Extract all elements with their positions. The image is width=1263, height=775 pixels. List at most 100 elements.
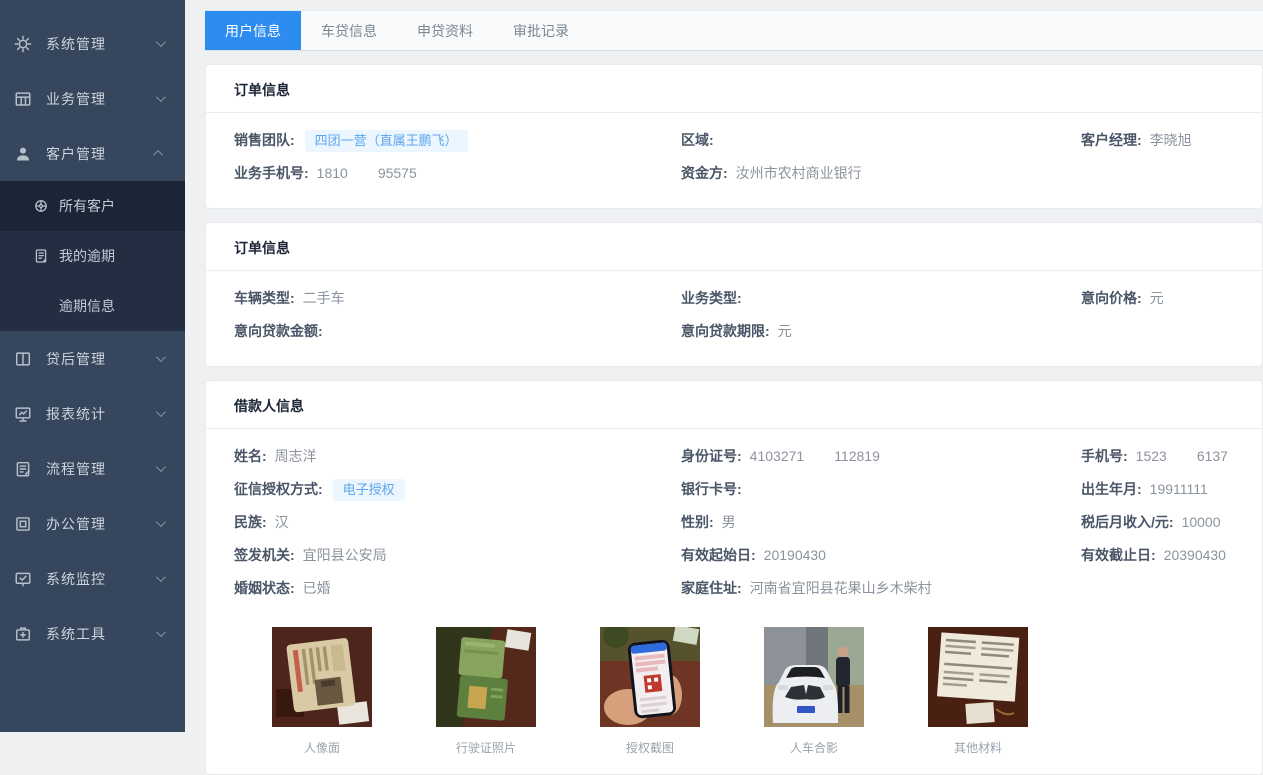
- sidebar-item-label: 业务管理: [46, 89, 156, 109]
- field-value: 二手车: [303, 290, 345, 306]
- sidebar-item-system-tools[interactable]: 系统工具: [0, 606, 185, 661]
- field-value: 男: [722, 514, 736, 530]
- user-icon: [14, 145, 32, 163]
- field: 签发机关:宜阳县公安局: [234, 539, 681, 572]
- monitor-check-icon: [14, 570, 32, 588]
- field: 业务手机号: 181095575: [234, 157, 681, 190]
- field-label: 客户经理:: [1081, 132, 1142, 148]
- field-value-masked: 4103271112819: [750, 448, 880, 464]
- field: 民族:汉: [234, 506, 681, 539]
- photo-phone-auth[interactable]: 授权截图: [600, 627, 700, 756]
- monitor-icon: [14, 405, 32, 423]
- sidebar-item-label: 系统管理: [46, 34, 156, 54]
- field-label: 手机号:: [1081, 448, 1128, 464]
- cards-area: 订单信息销售团队:四团一营（直属王鹏飞）区域:客户经理:李晓旭业务手机号:181…: [205, 64, 1263, 775]
- field: 税后月收入/元:10000: [1081, 506, 1262, 539]
- field-label: 业务手机号:: [234, 165, 309, 181]
- tab-label: 用户信息: [225, 21, 281, 41]
- field-value-masked: 15236137: [1136, 448, 1228, 464]
- field-row: 征信授权方式:电子授权银行卡号:出生年月: 19911111: [206, 473, 1262, 506]
- sidebar-item-label: 办公管理: [46, 514, 156, 534]
- field-row: 销售团队:四团一营（直属王鹏飞）区域:客户经理:李晓旭: [206, 124, 1262, 157]
- field-label: 出生年月:: [1081, 481, 1142, 497]
- sidebar: 系统管理业务管理客户管理所有客户我的逾期逾期信息贷后管理报表统计流程管理办公管理…: [0, 0, 185, 732]
- value-tag[interactable]: 四团一营（直属王鹏飞）: [305, 130, 468, 152]
- field-value: 20190430: [764, 547, 826, 563]
- chevron-down-icon: [156, 517, 166, 527]
- field-label: 税后月收入/元:: [1081, 514, 1174, 530]
- card-title: 订单信息: [206, 65, 1262, 113]
- sidebar-item-office-management[interactable]: 办公管理: [0, 496, 185, 551]
- privacy-mask: [348, 168, 378, 178]
- field-label: 有效起始日:: [681, 547, 756, 563]
- chevron-down-icon: [156, 92, 166, 102]
- thumbnail-caption: 其他材料: [928, 739, 1028, 756]
- field-label: 意向价格:: [1081, 290, 1142, 306]
- field-label: 婚姻状态:: [234, 580, 295, 596]
- sidebar-item-all-customers[interactable]: 所有客户: [0, 181, 185, 231]
- sidebar-item-process-management[interactable]: 流程管理: [0, 441, 185, 496]
- field-value: 周志洋: [275, 448, 317, 464]
- card-borrower-info: 借款人信息姓名:周志洋身份证号:4103271112819手机号:1523613…: [205, 380, 1263, 775]
- thumbnail-caption: 人车合影: [764, 739, 864, 756]
- tab-bar: 用户信息车贷信息申贷资料审批记录: [205, 10, 1263, 51]
- field-row: 婚姻状态:已婚家庭住址:河南省宜阳县花果山乡木柴村: [206, 572, 1262, 605]
- sidebar-item-overdue-info[interactable]: 逾期信息: [0, 281, 185, 331]
- card-title: 借款人信息: [206, 381, 1262, 429]
- field-label: 业务类型:: [681, 290, 742, 306]
- field: 意向价格:元: [1081, 282, 1262, 315]
- sidebar-item-label: 流程管理: [46, 459, 156, 479]
- field-value: 已婚: [303, 580, 331, 596]
- field: 身份证号: 4103271112819: [681, 440, 1081, 473]
- field-label: 身份证号:: [681, 448, 742, 464]
- clipboard-icon: [14, 460, 32, 478]
- sidebar-item-system-monitor[interactable]: 系统监控: [0, 551, 185, 606]
- field: 出生年月: 19911111: [1081, 473, 1262, 506]
- photo-id-card[interactable]: 人像面: [272, 627, 372, 756]
- privacy-mask: [804, 451, 834, 461]
- photo-green-booklet[interactable]: 行驶证照片: [436, 627, 536, 756]
- sidebar-item-post-loan-management[interactable]: 贷后管理: [0, 331, 185, 386]
- field-row: 姓名:周志洋身份证号:4103271112819手机号:15236137: [206, 440, 1262, 473]
- field-value-masked: 181095575: [317, 165, 417, 181]
- empty-cell: [1081, 572, 1262, 605]
- tab-approval-records[interactable]: 审批记录: [493, 11, 589, 50]
- field: 意向贷款期限:元: [681, 315, 1081, 348]
- book-icon: [14, 350, 32, 368]
- field: 车辆类型:二手车: [234, 282, 681, 315]
- sidebar-item-my-overdue[interactable]: 我的逾期: [0, 231, 185, 281]
- sidebar-item-customer-management[interactable]: 客户管理: [0, 126, 185, 181]
- photo-paper-doc[interactable]: 其他材料: [928, 627, 1028, 756]
- field-label: 签发机关:: [234, 547, 295, 563]
- field-value: 河南省宜阳县花果山乡木柴村: [750, 580, 932, 596]
- grid-icon: [14, 90, 32, 108]
- photo-car-person[interactable]: 人车合影: [764, 627, 864, 756]
- field: 婚姻状态: 已婚: [234, 572, 681, 605]
- field: 征信授权方式:电子授权: [234, 473, 681, 506]
- field: 区域:: [681, 124, 1081, 157]
- tab-car-loan-info[interactable]: 车贷信息: [301, 11, 397, 50]
- empty-cell: [1081, 315, 1262, 348]
- wheel-icon: [33, 198, 49, 214]
- sidebar-item-business-management[interactable]: 业务管理: [0, 71, 185, 126]
- toolbox-icon: [14, 625, 32, 643]
- sidebar-item-system-management[interactable]: 系统管理: [0, 16, 185, 71]
- sidebar-item-label: 逾期信息: [59, 296, 115, 316]
- field: 业务类型:: [681, 282, 1081, 315]
- tab-user-info[interactable]: 用户信息: [205, 11, 301, 50]
- field: 客户经理:李晓旭: [1081, 124, 1262, 157]
- chevron-down-icon: [156, 627, 166, 637]
- value-tag[interactable]: 电子授权: [333, 479, 405, 501]
- field: 银行卡号:: [681, 473, 1081, 506]
- field-value: 19911111: [1150, 481, 1208, 497]
- tab-loan-apply-docs[interactable]: 申贷资料: [397, 11, 493, 50]
- tab-label: 申贷资料: [417, 21, 473, 41]
- sidebar-item-label: 系统监控: [46, 569, 156, 589]
- field-row: 民族:汉性别:男税后月收入/元:10000: [206, 506, 1262, 539]
- chevron-down-icon: [156, 572, 166, 582]
- field: 有效截止日:20390430: [1081, 539, 1262, 572]
- thumbnail-caption: 授权截图: [600, 739, 700, 756]
- sidebar-item-label: 我的逾期: [59, 246, 115, 266]
- sidebar-item-label: 报表统计: [46, 404, 156, 424]
- sidebar-item-report-statistics[interactable]: 报表统计: [0, 386, 185, 441]
